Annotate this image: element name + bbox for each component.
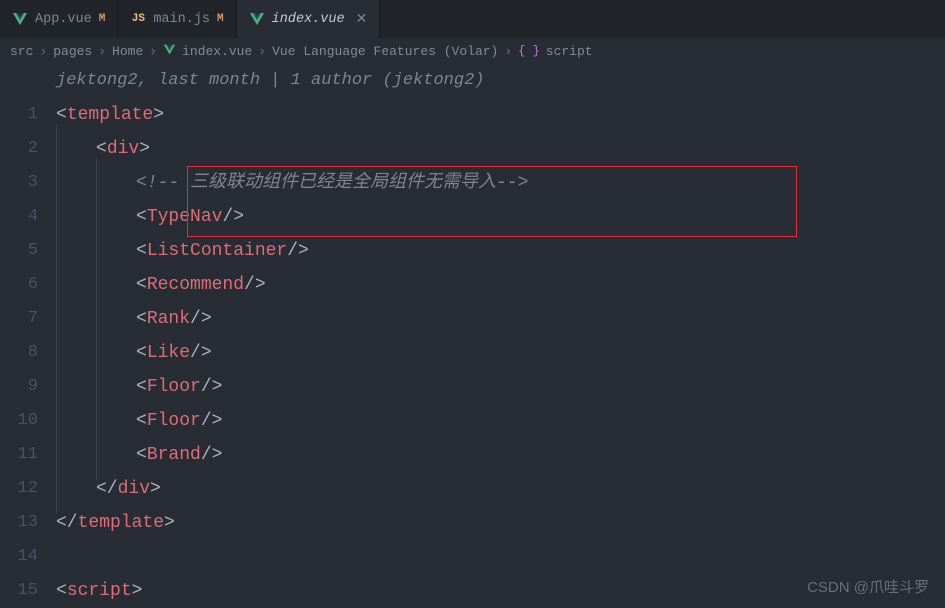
- code-line[interactable]: </div>: [56, 472, 945, 506]
- line-number-gutter: 123456789101112131415: [0, 64, 56, 608]
- chevron-icon: ›: [98, 44, 106, 59]
- code-area[interactable]: jektong2, last month | 1 author (jektong…: [56, 64, 945, 608]
- tab-label: main.js: [153, 12, 210, 27]
- code-line[interactable]: <div>: [56, 132, 945, 166]
- chevron-icon: ›: [149, 44, 157, 59]
- js-icon: JS: [130, 11, 146, 27]
- braces-icon: { }: [518, 44, 540, 58]
- code-line[interactable]: <template>: [56, 98, 945, 132]
- code-line[interactable]: <TypeNav/>: [56, 200, 945, 234]
- tab-main-js[interactable]: JS main.js M: [118, 0, 236, 38]
- code-line[interactable]: <!-- 三级联动组件已经是全局组件无需导入-->: [56, 166, 945, 200]
- line-number: 12: [0, 472, 38, 506]
- line-number: 8: [0, 336, 38, 370]
- code-line[interactable]: <Brand/>: [56, 438, 945, 472]
- breadcrumb-part[interactable]: pages: [53, 44, 92, 59]
- code-line[interactable]: </template>: [56, 506, 945, 540]
- code-line[interactable]: <Recommend/>: [56, 268, 945, 302]
- line-number: [0, 64, 38, 98]
- breadcrumb-part[interactable]: src: [10, 44, 33, 59]
- line-number: 15: [0, 574, 38, 608]
- vue-icon: [163, 43, 176, 60]
- vue-icon: [249, 11, 265, 27]
- tab-app-vue[interactable]: App.vue M: [0, 0, 118, 38]
- line-number: 2: [0, 132, 38, 166]
- line-number: 6: [0, 268, 38, 302]
- line-number: 10: [0, 404, 38, 438]
- code-line[interactable]: <ListContainer/>: [56, 234, 945, 268]
- line-number: 9: [0, 370, 38, 404]
- tab-bar: App.vue M JS main.js M index.vue ✕: [0, 0, 945, 38]
- code-line[interactable]: <Floor/>: [56, 404, 945, 438]
- code-editor[interactable]: 123456789101112131415 jektong2, last mon…: [0, 64, 945, 608]
- code-line[interactable]: [56, 540, 945, 574]
- breadcrumb-file[interactable]: index.vue: [182, 44, 252, 59]
- chevron-icon: ›: [39, 44, 47, 59]
- tab-label: App.vue: [35, 12, 92, 27]
- code-line[interactable]: <Floor/>: [56, 370, 945, 404]
- chevron-icon: ›: [258, 44, 266, 59]
- breadcrumb-part[interactable]: Home: [112, 44, 143, 59]
- modified-indicator: M: [217, 13, 224, 25]
- line-number: 7: [0, 302, 38, 336]
- line-number: 4: [0, 200, 38, 234]
- tab-index-vue[interactable]: index.vue ✕: [237, 0, 381, 38]
- line-number: 14: [0, 540, 38, 574]
- watermark: CSDN @爪哇斗罗: [807, 576, 929, 597]
- breadcrumb-symbol[interactable]: Vue Language Features (Volar): [272, 44, 498, 59]
- code-line[interactable]: <Rank/>: [56, 302, 945, 336]
- breadcrumb-symbol[interactable]: script: [546, 44, 593, 59]
- close-icon[interactable]: ✕: [356, 11, 368, 28]
- modified-indicator: M: [99, 13, 106, 25]
- line-number: 1: [0, 98, 38, 132]
- breadcrumb: src › pages › Home › index.vue › Vue Lan…: [0, 38, 945, 64]
- line-number: 11: [0, 438, 38, 472]
- git-blame-info: jektong2, last month | 1 author (jektong…: [56, 64, 945, 98]
- line-number: 3: [0, 166, 38, 200]
- line-number: 13: [0, 506, 38, 540]
- code-line[interactable]: <Like/>: [56, 336, 945, 370]
- tab-label: index.vue: [272, 12, 345, 27]
- line-number: 5: [0, 234, 38, 268]
- vue-icon: [12, 11, 28, 27]
- chevron-icon: ›: [504, 44, 512, 59]
